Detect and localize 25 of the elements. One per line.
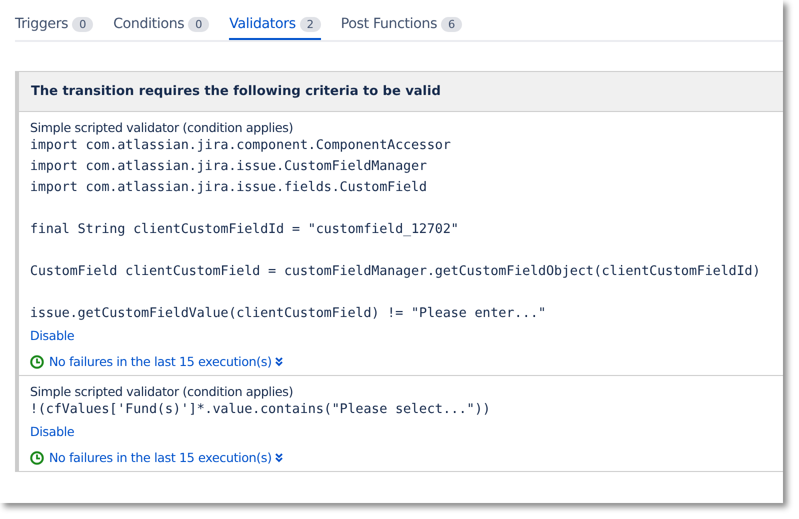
validator-name: Simple scripted validator (condition applies) xyxy=(30,384,294,399)
double-chevron-icon[interactable] xyxy=(274,356,283,366)
clock-icon xyxy=(30,450,44,464)
tab-label[interactable]: Conditions xyxy=(113,16,184,32)
code-text: import com.atlassian.jira.component.ComponentAccessor import com.atlassian.jira.issue.CustomFieldManager import com.atlassian.jira.issue.fields.CustomField final String clientCustomFieldId = "customfield_12702" CustomField clientCustomField = customFieldManager.getCustomFieldObject(clientCustomFieldId) issue.getCustomFieldValue(clientCustomField) != "Please enter..." xyxy=(30,137,760,323)
validator-name: Simple scripted validator (condition applies) xyxy=(30,120,294,135)
tab-label[interactable]: Validators xyxy=(229,16,296,32)
panel-title: The transition requires the following criteria to be valid xyxy=(19,72,783,112)
disable-link[interactable]: Disable xyxy=(30,328,74,343)
tab-label[interactable]: Post Functions xyxy=(340,16,438,32)
count-badge: 0 xyxy=(188,17,210,32)
tab[interactable]: Triggers 0 xyxy=(15,10,94,40)
tab-label[interactable]: Triggers xyxy=(15,16,68,32)
count-badge: 0 xyxy=(72,17,94,32)
count-badge: 6 xyxy=(441,17,462,32)
tab[interactable]: Validators 2 xyxy=(229,10,321,40)
tab[interactable]: Post Functions 6 xyxy=(340,10,462,40)
status-link[interactable]: No failures in the last 15 execution(s) xyxy=(49,354,272,369)
status-link[interactable]: No failures in the last 15 execution(s) xyxy=(49,450,272,465)
clock-icon xyxy=(30,354,44,368)
tab[interactable]: Conditions 0 xyxy=(113,10,210,40)
double-chevron-icon[interactable] xyxy=(274,452,283,462)
disable-link[interactable]: Disable xyxy=(30,424,74,439)
count-badge: 2 xyxy=(300,17,321,32)
code-text: !(cfValues['Fund(s)']*.value.contains("Please select...")) xyxy=(30,401,490,419)
